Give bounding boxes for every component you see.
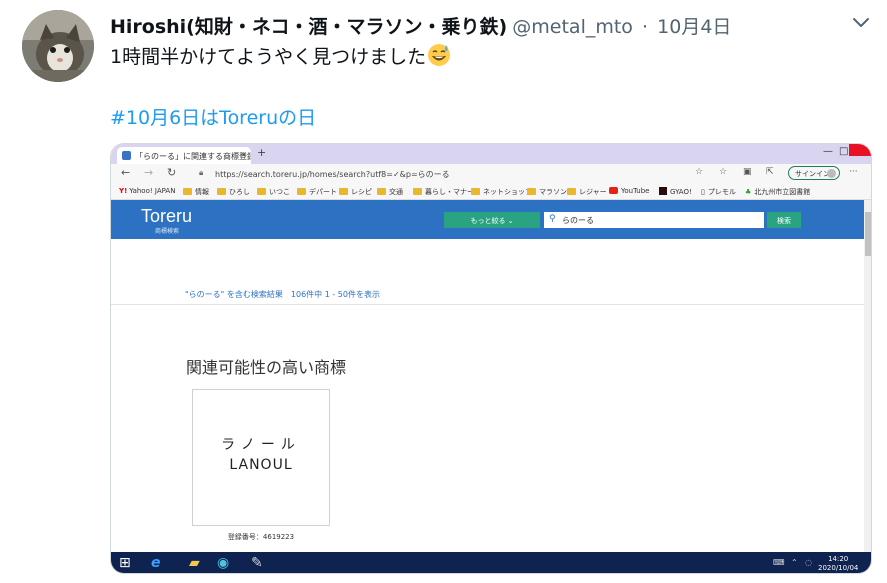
bookmark-item[interactable]: 交通 bbox=[377, 187, 403, 197]
yahoo-icon: Y! bbox=[119, 187, 128, 195]
gyao-icon bbox=[659, 187, 667, 195]
tweet-text: 1時間半かけてようやく見つけました bbox=[110, 42, 451, 69]
folder-icon bbox=[567, 188, 576, 195]
search-input-value: らのーる bbox=[562, 216, 594, 225]
signin-button[interactable]: サインイン bbox=[788, 166, 840, 180]
tab-favicon-icon bbox=[122, 151, 131, 160]
bookmark-item[interactable]: ひろし bbox=[217, 187, 250, 197]
bookmark-item[interactable]: ネットショップ bbox=[471, 187, 532, 197]
tweet-header: Hiroshi(知財・ネコ・酒・マラソン・乗り鉄) @metal_mto · 1… bbox=[110, 12, 847, 40]
windows-start-icon[interactable]: ⊞ bbox=[119, 555, 131, 571]
logo-subtitle: 商標検索 bbox=[155, 228, 180, 235]
forward-arrow-icon[interactable]: → bbox=[144, 166, 153, 179]
bookmark-item[interactable]: デパート bbox=[297, 187, 337, 197]
bookmark-item[interactable]: GYAO! bbox=[659, 187, 692, 196]
tweet: Hiroshi(知財・ネコ・酒・マラソン・乗り鉄) @metal_mto · 1… bbox=[0, 0, 887, 583]
bookmark-item[interactable]: Y! Yahoo! JAPAN bbox=[119, 187, 175, 195]
signin-label: サインイン bbox=[795, 170, 830, 178]
folder-icon bbox=[471, 188, 480, 195]
folder-icon bbox=[183, 188, 192, 195]
mark-text-jp: ラノール bbox=[221, 437, 301, 453]
folder-icon bbox=[217, 188, 226, 195]
bookmark-item[interactable]: いつこ bbox=[257, 187, 290, 197]
ie-icon[interactable]: e bbox=[151, 555, 161, 571]
bookmark-item[interactable]: レシピ bbox=[339, 187, 372, 197]
url-field[interactable]: 🔒︎ https://search.toreru.jp/homes/search… bbox=[189, 166, 709, 181]
bookmark-item[interactable]: レジャー bbox=[567, 187, 607, 197]
search-icon: ⚲ bbox=[549, 214, 556, 224]
refresh-icon[interactable]: ↻ bbox=[167, 166, 176, 179]
more-menu-icon[interactable]: ··· bbox=[849, 167, 858, 177]
back-arrow-icon[interactable]: ← bbox=[121, 166, 130, 179]
scroll-thumb[interactable] bbox=[865, 212, 871, 256]
windows-taskbar: ⊞ e ▰ ◉ ✎ ⌨ ⌃ ◌ 14:20 2020/10/04 bbox=[111, 552, 871, 573]
attached-screenshot[interactable]: 「らのーる」に関連する商標登録一覧 × + — □ ← → ↻ 🔒︎ https… bbox=[110, 143, 872, 574]
folder-icon bbox=[339, 188, 348, 195]
registration-number: 登録番号：4619223 bbox=[227, 533, 295, 541]
hashtag-link[interactable]: #10月6日はToreruの日 bbox=[110, 103, 316, 130]
browser-tab[interactable]: 「らのーる」に関連する商標登録一覧 × bbox=[117, 147, 251, 164]
minimize-icon[interactable]: — bbox=[823, 146, 833, 157]
file-explorer-icon[interactable]: ▰ bbox=[189, 555, 200, 571]
toreru-header: Toreru 商標検索 もっと絞る ⌄ ⚲ らのーる 検索 bbox=[111, 200, 864, 239]
maximize-icon[interactable]: □ bbox=[839, 146, 848, 157]
folder-icon bbox=[377, 188, 386, 195]
bookmark-item[interactable]: ♣ 北九州市立図書館 bbox=[745, 187, 810, 197]
user-handle[interactable]: @metal_mto bbox=[512, 16, 633, 38]
trademark-search-input[interactable]: ⚲ らのーる bbox=[544, 212, 764, 228]
tab-close-icon[interactable]: × bbox=[240, 150, 247, 159]
grinning-face-with-sweat-icon bbox=[427, 43, 451, 67]
bookmark-item[interactable]: YouTube bbox=[609, 187, 649, 195]
edge-icon[interactable]: ◉ bbox=[217, 555, 229, 571]
more-options-chevron-icon[interactable] bbox=[850, 12, 872, 34]
url-text: https://search.toreru.jp/homes/search?ut… bbox=[215, 170, 450, 179]
tray-arrow-icon[interactable]: ⌃ bbox=[791, 558, 798, 567]
profile-icon bbox=[827, 169, 836, 178]
browser-titlebar: 「らのーる」に関連する商標登録一覧 × + — □ bbox=[111, 144, 871, 164]
avatar[interactable] bbox=[22, 10, 94, 82]
paint-icon[interactable]: ✎ bbox=[251, 555, 263, 571]
share-icon[interactable]: ⇱ bbox=[766, 167, 774, 177]
toreru-logo[interactable]: Toreru bbox=[141, 206, 192, 227]
separator-dot: · bbox=[642, 16, 649, 38]
clock-date: 2020/10/04 bbox=[818, 564, 859, 572]
narrow-search-button[interactable]: もっと絞る ⌄ bbox=[444, 212, 540, 228]
tweet-text-body: 1時間半かけてようやく見つけました bbox=[110, 46, 427, 68]
new-tab-icon[interactable]: + bbox=[257, 146, 266, 159]
tweet-date[interactable]: 10月4日 bbox=[657, 16, 731, 38]
trademark-card[interactable]: ラノール LANOUL bbox=[192, 389, 330, 526]
lock-icon: 🔒︎ bbox=[199, 168, 204, 177]
favorite-star-icon[interactable]: ☆ bbox=[695, 167, 703, 177]
page-icon: ▯ bbox=[701, 188, 705, 196]
keyboard-icon[interactable]: ⌨ bbox=[773, 558, 785, 567]
library-icon: ♣ bbox=[745, 188, 752, 196]
bookmark-item[interactable]: 情報 bbox=[183, 187, 209, 197]
folder-icon bbox=[413, 188, 422, 195]
bookmark-item[interactable]: マラソン bbox=[527, 187, 567, 197]
results-summary: "らのーる" を含む検索結果 106件中 1 - 50件を表示 bbox=[185, 290, 380, 299]
clock-time: 14:20 bbox=[828, 555, 849, 563]
address-bar-row: ← → ↻ 🔒︎ https://search.toreru.jp/homes/… bbox=[111, 164, 871, 183]
network-icon[interactable]: ◌ bbox=[805, 558, 812, 567]
search-submit-button[interactable]: 検索 bbox=[767, 212, 801, 228]
display-name[interactable]: Hiroshi(知財・ネコ・酒・マラソン・乗り鉄) bbox=[110, 16, 507, 38]
collections-icon[interactable]: ▣ bbox=[743, 167, 752, 177]
folder-icon bbox=[297, 188, 306, 195]
window-close-icon[interactable] bbox=[849, 144, 871, 156]
section-title: 関連可能性の高い商標 bbox=[186, 358, 347, 377]
folder-icon bbox=[527, 188, 536, 195]
youtube-icon bbox=[609, 187, 618, 194]
folder-icon bbox=[257, 188, 266, 195]
favorites-icon[interactable]: ☆ bbox=[719, 167, 727, 177]
bookmark-item[interactable]: ▯ プレモル bbox=[701, 187, 736, 197]
page-scrollbar[interactable] bbox=[864, 200, 871, 552]
taskbar-clock[interactable]: 14:20 2020/10/04 bbox=[818, 555, 858, 573]
tab-title: 「らのーる」に関連する商標登録一覧 bbox=[135, 152, 251, 161]
bookmark-item[interactable]: 暮らし・マナー bbox=[413, 187, 474, 197]
bookmarks-bar: Y! Yahoo! JAPAN 情報 ひろし いつこ デパート レシピ 交通 暮ら… bbox=[111, 183, 871, 200]
mark-text-en: LANOUL bbox=[229, 457, 293, 473]
divider bbox=[111, 304, 864, 305]
